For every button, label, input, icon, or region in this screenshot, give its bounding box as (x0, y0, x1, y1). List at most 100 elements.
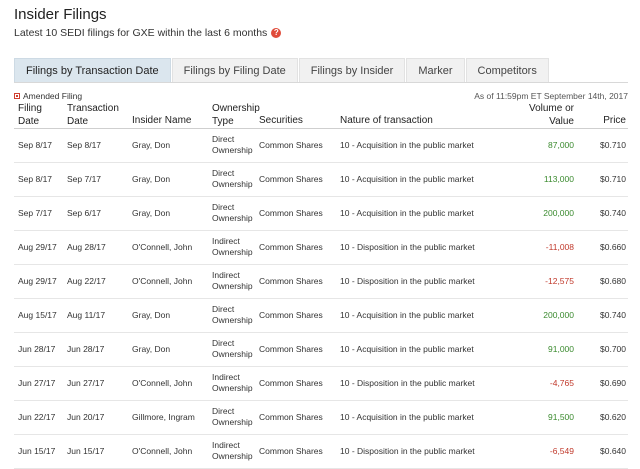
transaction-date-cell: Jun 20/17 (67, 412, 105, 422)
filing-date-cell: Jun 22/17 (18, 412, 56, 422)
insider-name-cell[interactable]: Gray, Don (132, 344, 170, 355)
header-ownership-type[interactable]: Ownership Type (212, 103, 260, 128)
table-row[interactable]: Jun 28/17 Jun 28/17 Gray, Don Direct Ownersh… (14, 333, 628, 367)
header-volume-or-value[interactable]: Volume or Value (529, 103, 574, 128)
nature-of-transaction-cell: 10 - Disposition in the public market (340, 446, 475, 456)
ownership-type-cell: Direct Ownership (212, 134, 253, 155)
transaction-date-cell: Jun 27/17 (67, 378, 105, 388)
price-cell: $0.660 (600, 242, 626, 252)
volume-cell: 87,000 (548, 140, 574, 150)
price-cell: $0.740 (600, 208, 626, 218)
transaction-date-cell: Sep 8/17 (67, 140, 102, 150)
header-nature-of-transaction[interactable]: Nature of transaction (340, 115, 433, 128)
securities-cell: Common Shares (259, 344, 323, 354)
transaction-date-cell: Sep 7/17 (67, 174, 102, 184)
ownership-type-cell: Indirect Ownership (212, 270, 253, 291)
table-row[interactable]: Sep 8/17 Sep 8/17 Gray, Don Direct Ownership… (14, 129, 628, 163)
ownership-type-cell: Direct Ownership (212, 304, 253, 325)
table-row[interactable]: Aug 29/17 Aug 22/17 O'Connell, John Indirec… (14, 265, 628, 299)
table-row[interactable]: Sep 8/17 Sep 7/17 Gray, Don Direct Ownership… (14, 163, 628, 197)
transaction-date-cell: Aug 22/17 (67, 276, 106, 286)
nature-of-transaction-cell: 10 - Acquisition in the public market (340, 310, 474, 320)
amended-filing-label: Amended Filing (23, 91, 83, 101)
insider-name-cell[interactable]: Gillmore, Ingram (132, 412, 195, 423)
price-cell: $0.680 (600, 276, 626, 286)
table-row[interactable]: Sep 7/17 Sep 6/17 Gray, Don Direct Ownership… (14, 197, 628, 231)
ownership-type-cell: Indirect Ownership (212, 372, 253, 393)
header-price[interactable]: Price (603, 115, 626, 128)
transaction-date-cell: Sep 6/17 (67, 208, 102, 218)
price-cell: $0.710 (600, 174, 626, 184)
nature-of-transaction-cell: 10 - Acquisition in the public market (340, 344, 474, 354)
tab-competitors[interactable]: Competitors (465, 58, 549, 82)
volume-cell: 200,000 (543, 310, 574, 320)
filing-date-cell: Sep 8/17 (18, 140, 53, 150)
securities-cell: Common Shares (259, 446, 323, 456)
page-subtitle: Latest 10 SEDI filings for GXE within th… (14, 27, 282, 39)
insider-name-cell[interactable]: Gray, Don (132, 174, 170, 185)
insider-name-cell[interactable]: O'Connell, John (132, 276, 192, 287)
filing-date-cell: Aug 15/17 (18, 310, 57, 320)
transaction-date-cell: Aug 11/17 (67, 310, 106, 320)
table-row[interactable]: Jun 15/17 Jun 15/17 O'Connell, John Indirec… (14, 435, 628, 469)
header-securities[interactable]: Securities (259, 115, 303, 128)
price-cell: $0.620 (600, 412, 626, 422)
nature-of-transaction-cell: 10 - Disposition in the public market (340, 378, 475, 388)
securities-cell: Common Shares (259, 242, 323, 252)
insider-name-cell[interactable]: O'Connell, John (132, 378, 192, 389)
amended-filing-icon (14, 93, 20, 99)
securities-cell: Common Shares (259, 310, 323, 320)
ownership-type-cell: Direct Ownership (212, 168, 253, 189)
filing-date-cell: Jun 28/17 (18, 344, 56, 354)
filing-date-cell: Sep 7/17 (18, 208, 53, 218)
filing-date-cell: Jun 15/17 (18, 446, 56, 456)
securities-cell: Common Shares (259, 378, 323, 388)
help-icon[interactable]: ? (271, 28, 282, 38)
tab-marker[interactable]: Marker (406, 58, 465, 82)
transaction-date-cell: Jun 15/17 (67, 446, 105, 456)
insider-name-cell[interactable]: Gray, Don (132, 310, 170, 321)
ownership-type-cell: Indirect Ownership (212, 236, 253, 257)
nature-of-transaction-cell: 10 - Acquisition in the public market (340, 174, 474, 184)
nature-of-transaction-cell: 10 - Acquisition in the public market (340, 208, 474, 218)
header-transaction-date[interactable]: Transaction Date (67, 103, 119, 128)
filing-date-cell: Jun 27/17 (18, 378, 56, 388)
volume-cell: 91,000 (548, 344, 574, 354)
nature-of-transaction-cell: 10 - Acquisition in the public market (340, 412, 474, 422)
table-row[interactable]: Jun 22/17 Jun 20/17 Gillmore, Ingram Direct… (14, 401, 628, 435)
table-row[interactable]: Jun 27/17 Jun 27/17 O'Connell, John Indirec… (14, 367, 628, 401)
filing-date-cell: Aug 29/17 (18, 242, 57, 252)
transaction-date-cell: Aug 28/17 (67, 242, 106, 252)
nature-of-transaction-cell: 10 - Disposition in the public market (340, 276, 475, 286)
table-row[interactable]: Aug 15/17 Aug 11/17 Gray, Don Direct Ownersh… (14, 299, 628, 333)
insider-name-cell[interactable]: Gray, Don (132, 208, 170, 219)
volume-cell: -6,549 (549, 446, 574, 456)
tab-filings-by-transaction-date[interactable]: Filings by Transaction Date (14, 58, 171, 82)
tab-filings-by-filing-date[interactable]: Filings by Filing Date (171, 58, 298, 82)
header-filing-date[interactable]: Filing Date (18, 103, 42, 128)
volume-cell: -11,008 (545, 242, 574, 252)
nature-of-transaction-cell: 10 - Acquisition in the public market (340, 140, 474, 150)
page-title: Insider Filings (14, 6, 107, 23)
securities-cell: Common Shares (259, 140, 323, 150)
header-insider-name[interactable]: Insider Name (132, 115, 191, 128)
as-of-timestamp: As of 11:59pm ET September 14th, 2017 (474, 91, 628, 101)
filing-date-cell: Sep 8/17 (18, 174, 53, 184)
ownership-type-cell: Direct Ownership (212, 202, 253, 223)
tab-filings-by-insider[interactable]: Filings by Insider (298, 58, 406, 82)
ownership-type-cell: Indirect Ownership (212, 440, 253, 461)
volume-cell: 200,000 (543, 208, 574, 218)
filing-date-cell: Aug 29/17 (18, 276, 57, 286)
price-cell: $0.690 (600, 378, 626, 388)
subtitle-text: Latest 10 SEDI filings for GXE within th… (14, 27, 268, 39)
insider-name-cell[interactable]: O'Connell, John (132, 446, 192, 457)
volume-cell: 113,000 (543, 174, 574, 184)
insider-name-cell[interactable]: Gray, Don (132, 140, 170, 151)
price-cell: $0.640 (600, 446, 626, 456)
nature-of-transaction-cell: 10 - Disposition in the public market (340, 242, 475, 252)
insider-name-cell[interactable]: O'Connell, John (132, 242, 192, 253)
table-row[interactable]: Aug 29/17 Aug 28/17 O'Connell, John Indirec… (14, 231, 628, 265)
securities-cell: Common Shares (259, 276, 323, 286)
securities-cell: Common Shares (259, 174, 323, 184)
volume-cell: -12,575 (545, 276, 574, 286)
